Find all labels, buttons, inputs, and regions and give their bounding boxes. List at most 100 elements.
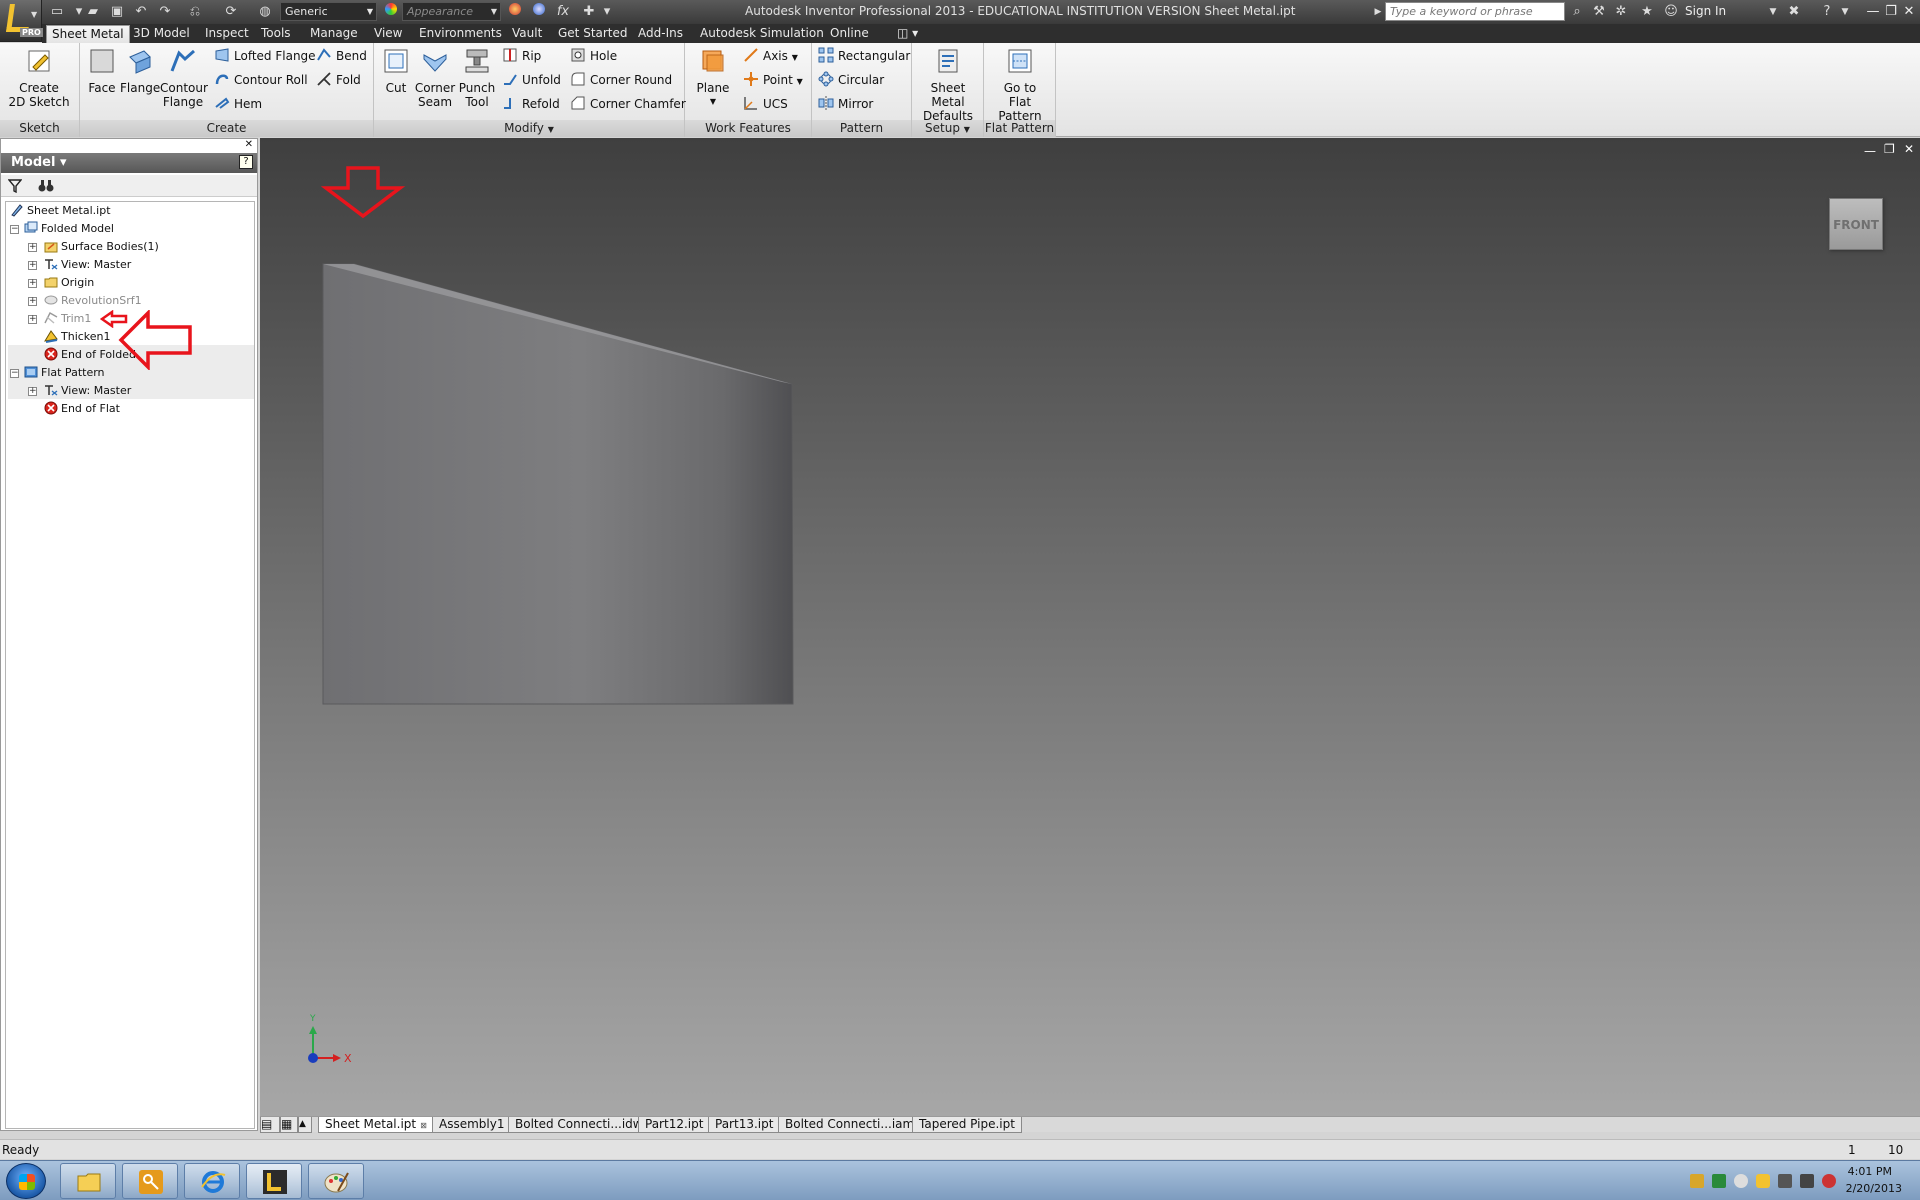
corner-seam-button[interactable]: Corner Seam [414,47,456,109]
point-button[interactable]: Point ▼ [743,70,803,90]
tab-manage[interactable]: Manage [305,25,363,43]
filter-icon[interactable] [8,179,22,193]
appearance-select[interactable]: Appearance ▼ [402,2,501,21]
viewport-restore-icon[interactable]: ❐ [1884,142,1895,156]
create-2d-sketch-button[interactable]: Create 2D Sketch [6,47,72,109]
expand-toggle-icon[interactable]: + [28,297,37,306]
corner-round-button[interactable]: Corner Round [570,70,672,90]
tree-node-revolution-srf1[interactable]: RevolutionSrf1 [44,292,142,310]
customize-dropdown-icon[interactable]: ▾ [598,3,616,21]
tray-volume-muted-icon[interactable] [1822,1174,1836,1188]
viewcube-front[interactable]: FRONT [1829,198,1883,250]
wrench-icon[interactable]: ⚒ [1590,3,1608,21]
taskbar-inventor[interactable] [246,1163,302,1199]
contour-roll-button[interactable]: Contour Roll [214,70,308,90]
tab-autodesk-simulation[interactable]: Autodesk Simulation [695,25,829,43]
start-button[interactable] [6,1163,46,1199]
rectangular-pattern-button[interactable]: Rectangular [818,46,910,66]
save-icon[interactable]: ▣ [108,3,126,21]
tab-environments[interactable]: Environments [414,25,507,43]
tree-node-surface-bodies[interactable]: Surface Bodies(1) [44,238,159,256]
close-icon[interactable]: ⊠ [420,1121,427,1130]
rip-button[interactable]: Rip [502,46,541,66]
tree-node-flat-pattern[interactable]: Flat Pattern [24,364,105,382]
tree-node-view-master[interactable]: View: Master [44,256,131,274]
tray-updates-icon[interactable] [1756,1174,1770,1188]
tab-3d-model[interactable]: 3D Model [128,25,195,43]
punch-tool-button[interactable]: Punch Tool [456,47,498,109]
tray-monitor-icon[interactable] [1778,1174,1792,1188]
lofted-flange-button[interactable]: Lofted Flange [214,46,316,66]
go-to-flat-pattern-button[interactable]: Go to Flat Pattern [986,47,1054,123]
browser-header[interactable]: Model ▾ ? [1,153,257,173]
exchange-apps-icon[interactable]: ✖ [1785,3,1803,21]
appearance-color-icon[interactable] [382,3,400,21]
adjust-appearance-icon[interactable] [506,3,524,21]
doc-tab-bolted-connection-idw[interactable]: Bolted Connecti...idw [508,1117,650,1133]
hole-button[interactable]: Hole [570,46,617,66]
help-search-input[interactable]: Type a keyword or phrase [1385,2,1565,21]
ribbon-display-toggle-icon[interactable]: ◫ ▾ [892,25,923,43]
tab-inspect[interactable]: Inspect [200,25,254,43]
tray-network-icon[interactable] [1734,1174,1748,1188]
tree-node-trim1[interactable]: Trim1 [44,310,91,328]
mirror-button[interactable]: Mirror [818,94,873,114]
expand-toggle-icon[interactable]: + [28,315,37,324]
refold-button[interactable]: Refold [502,94,560,114]
face-button[interactable]: Face [84,47,120,95]
clock-time[interactable]: 4:01 PM [1848,1165,1892,1178]
expand-toggle-icon[interactable]: + [28,261,37,270]
tab-tools[interactable]: Tools [256,25,296,43]
taskbar-keys-app[interactable] [122,1163,178,1199]
close-window-icon[interactable]: ✕ [1898,2,1920,22]
tree-node-thicken1[interactable]: Thicken1 [44,328,111,346]
undo-icon[interactable]: ↶ [132,3,150,21]
sign-in-button[interactable]: Sign In [1685,4,1726,18]
doc-tab-sheet-metal[interactable]: Sheet Metal.ipt ⊠ [318,1117,434,1133]
tray-battery-icon[interactable] [1800,1174,1814,1188]
binoculars-icon[interactable] [38,179,54,193]
tab-add-ins[interactable]: Add-Ins [633,25,688,43]
tab-sheet-metal[interactable]: Sheet Metal [46,25,130,43]
application-menu-button[interactable]: PRO ▼ [0,0,43,42]
graphics-viewport[interactable]: — ❐ ✕ X Y [260,138,1920,1116]
circular-pattern-button[interactable]: Circular [818,70,884,90]
tray-shield-icon[interactable] [1712,1174,1726,1188]
clock-date[interactable]: 2/20/2013 [1846,1182,1902,1195]
tab-vault[interactable]: Vault [507,25,547,43]
doc-tab-part12[interactable]: Part12.ipt [638,1117,711,1133]
bend-button[interactable]: Bend [316,46,367,66]
browser-help-icon[interactable]: ? [239,155,253,169]
fx-parameters-icon[interactable]: fx [554,3,572,21]
viewport-minimize-icon[interactable]: — [1864,144,1876,158]
clear-appearance-icon[interactable] [530,3,548,21]
expand-toggle-icon[interactable]: + [28,243,37,252]
new-file-icon[interactable]: ▭ [48,3,66,21]
taskbar-paint[interactable] [308,1163,364,1199]
close-icon[interactable]: ✕ [245,139,253,150]
favorites-star-icon[interactable]: ★ [1638,3,1656,21]
expand-toggle-icon[interactable]: + [28,387,37,396]
axis-button[interactable]: Axis ▼ [743,46,798,66]
collapse-toggle-icon[interactable]: − [10,225,19,234]
taskbar-internet-explorer[interactable] [184,1163,240,1199]
tab-online[interactable]: Online [825,25,874,43]
ucs-button[interactable]: UCS [743,94,788,114]
doc-tab-tapered-pipe[interactable]: Tapered Pipe.ipt [912,1117,1022,1133]
document-list-arrow-icon[interactable]: ▲ [298,1117,312,1133]
viewport-close-icon[interactable]: ✕ [1904,142,1914,156]
tree-node-flat-view-master[interactable]: View: Master [44,382,131,400]
binoculars-icon[interactable]: ⌕ [1568,3,1586,21]
return-icon[interactable]: ⎌ [186,3,204,21]
tree-node-sheet-metal-ipt[interactable]: Sheet Metal.ipt [10,202,111,220]
contour-flange-button[interactable]: Contour Flange [160,47,208,109]
satellite-icon[interactable]: ✲ [1612,3,1630,21]
cut-button[interactable]: Cut [378,47,414,95]
plus-icon[interactable]: ✚ [580,3,598,21]
collapse-toggle-icon[interactable]: − [10,369,19,378]
plane-button[interactable]: Plane ▼ [693,47,733,109]
chevron-down-icon[interactable]: ▼ [1836,3,1854,21]
tree-node-folded-model[interactable]: Folded Model [24,220,114,238]
taskbar-explorer[interactable] [60,1163,116,1199]
flange-button[interactable]: Flange [120,47,160,95]
